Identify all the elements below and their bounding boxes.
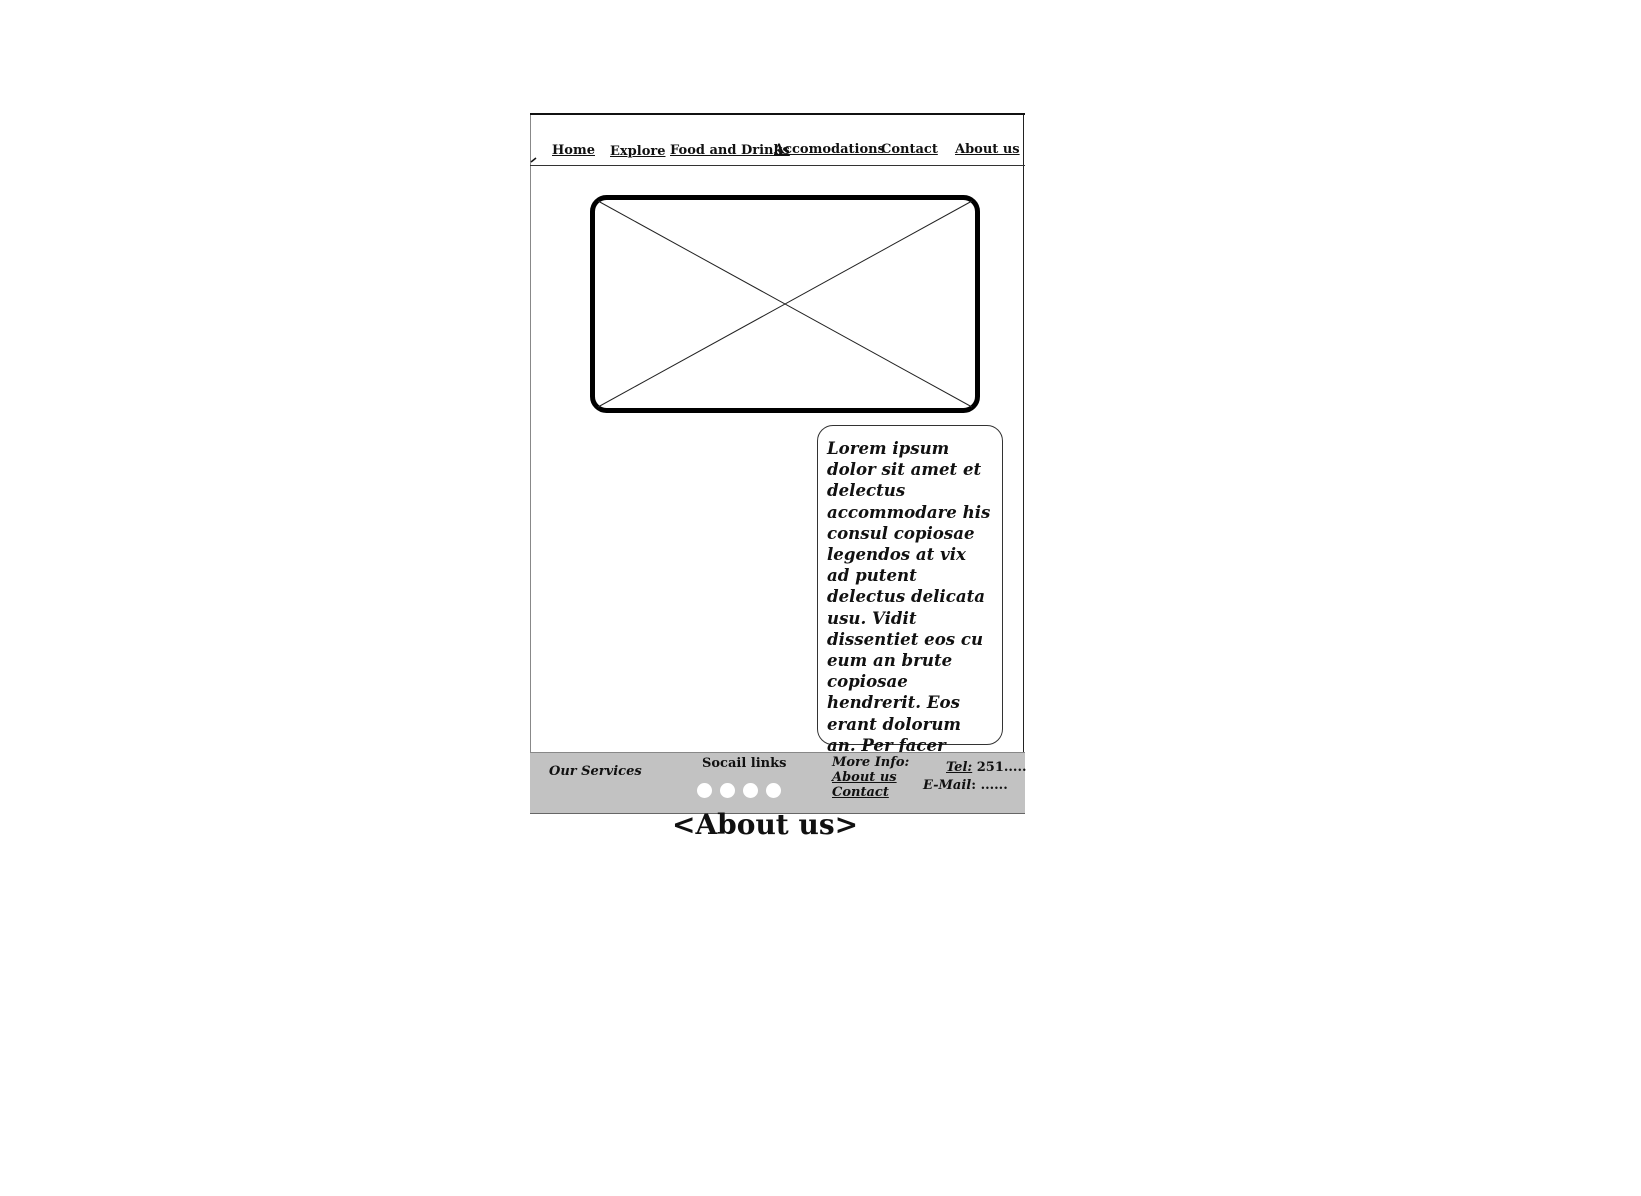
more-info-label: More Info: — [832, 755, 910, 770]
nav-explore[interactable]: Explore — [610, 144, 665, 159]
content-paragraph: Lorem ipsum dolor sit amet et delectus a… — [827, 438, 991, 797]
page-caption: <About us> — [672, 808, 859, 841]
header-top-border — [530, 113, 1025, 115]
nav-accomodations[interactable]: Accomodations — [774, 142, 885, 157]
corner-mark-icon — [530, 157, 537, 163]
email-label: E-Mail — [923, 778, 972, 793]
footer-about-us-link[interactable]: About us — [832, 770, 897, 785]
email-value: : ...... — [971, 778, 1008, 793]
tel-label: Tel: — [946, 760, 973, 775]
social-link-icon[interactable] — [720, 783, 735, 798]
tel-value: 251..... — [976, 760, 1027, 775]
our-services-label: Our Services — [549, 764, 642, 779]
footer: Our Services Socail links More Info: Abo… — [530, 752, 1027, 814]
navbar: Home Explore Food and Drinks Accomodatio… — [530, 140, 1025, 166]
email-info: E-Mail: ...... — [923, 778, 1008, 793]
nav-contact[interactable]: Contact — [881, 142, 938, 157]
social-links-label: Socail links — [702, 756, 787, 771]
social-link-icon[interactable] — [697, 783, 712, 798]
image-placeholder-icon — [590, 195, 980, 413]
nav-food-and-drinks[interactable]: Food and Drinks — [670, 143, 790, 158]
nav-about-us[interactable]: About us — [955, 142, 1020, 157]
social-link-icon[interactable] — [743, 783, 758, 798]
social-link-icon[interactable] — [766, 783, 781, 798]
nav-home[interactable]: Home — [552, 143, 595, 158]
telephone-info: Tel: 251..... — [946, 760, 1027, 775]
footer-contact-link[interactable]: Contact — [832, 785, 889, 800]
text-box: Lorem ipsum dolor sit amet et delectus a… — [817, 425, 1003, 797]
